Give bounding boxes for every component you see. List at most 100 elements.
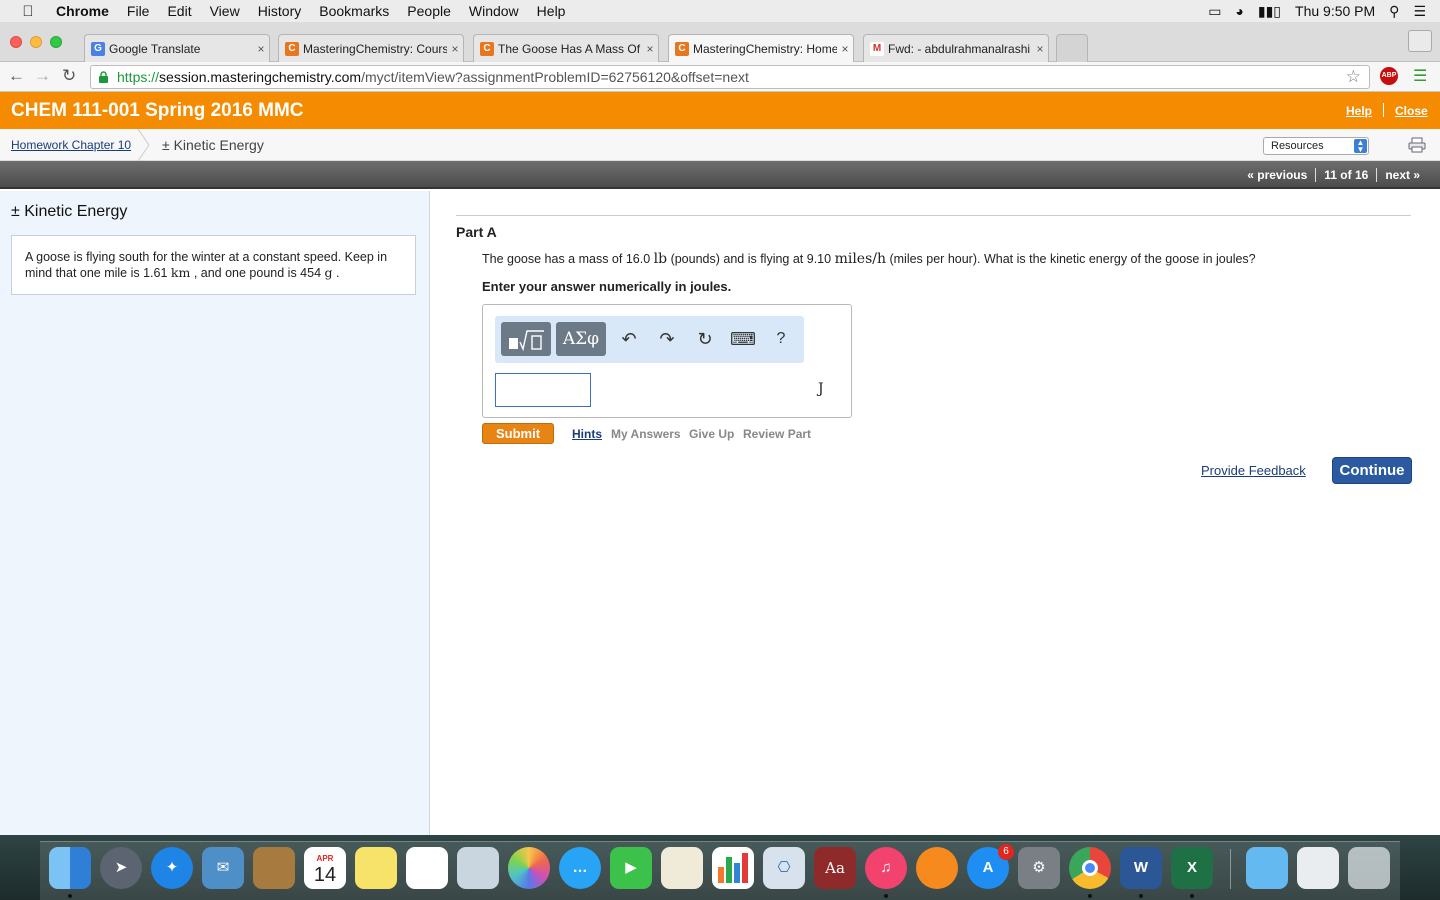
notification-center-icon[interactable]: ☰: [1413, 3, 1426, 20]
reset-icon[interactable]: ↻: [690, 322, 720, 356]
menu-help[interactable]: Help: [537, 3, 566, 19]
zoom-window-icon[interactable]: [50, 36, 62, 48]
answer-input[interactable]: [495, 373, 591, 407]
next-link[interactable]: next »: [1376, 168, 1428, 182]
launchpad-icon[interactable]: ➤: [100, 847, 142, 889]
ibooks-icon[interactable]: [916, 847, 958, 889]
apple-menu-icon[interactable]: : [18, 3, 38, 20]
tab-gmail[interactable]: M Fwd: - abdulrahmanalrashi ×: [863, 34, 1049, 62]
menu-bookmarks[interactable]: Bookmarks: [319, 3, 389, 19]
url-path: /myct/itemView?assignmentProblemID=62756…: [361, 69, 749, 85]
tab-google-translate[interactable]: G Google Translate ×: [84, 34, 270, 62]
problem-title: ± Kinetic Energy: [11, 203, 128, 220]
system-preferences-icon[interactable]: ⚙: [1018, 847, 1060, 889]
menu-edit[interactable]: Edit: [167, 3, 191, 19]
menu-chrome[interactable]: Chrome: [56, 3, 109, 19]
menu-people[interactable]: People: [407, 3, 451, 19]
chegg-icon: C: [480, 41, 494, 56]
address-bar[interactable]: https://session.masteringchemistry.com/m…: [90, 65, 1370, 89]
tab-masteringchemistry-course[interactable]: C MasteringChemistry: Cours ×: [278, 34, 464, 62]
forward-icon[interactable]: →: [34, 66, 51, 86]
battery-icon[interactable]: ▮▮▯: [1258, 3, 1281, 20]
dictionary-icon[interactable]: Aa: [814, 847, 856, 889]
menu-window[interactable]: Window: [469, 3, 519, 19]
reminders-icon[interactable]: [406, 847, 448, 889]
close-window-icon[interactable]: [10, 36, 22, 48]
menu-view[interactable]: View: [210, 3, 240, 19]
excel-icon[interactable]: X: [1171, 847, 1213, 889]
menu-history[interactable]: History: [258, 3, 302, 19]
resources-label: Resources: [1271, 140, 1324, 152]
messages-icon[interactable]: …: [559, 847, 601, 889]
my-answers-link[interactable]: My Answers: [611, 427, 681, 441]
photos-icon[interactable]: [508, 847, 550, 889]
breadcrumb-homework-link[interactable]: Homework Chapter 10: [11, 138, 131, 152]
adblock-icon[interactable]: ABP: [1380, 67, 1398, 85]
breadcrumb: Homework Chapter 10 ± Kinetic Energy Res…: [0, 129, 1440, 161]
resources-dropdown[interactable]: Resources ▲ ▼: [1263, 137, 1369, 155]
tab-close-icon[interactable]: ×: [253, 42, 269, 56]
menu-file[interactable]: File: [127, 3, 150, 19]
back-icon[interactable]: ←: [8, 66, 25, 86]
previous-link[interactable]: « previous: [1239, 168, 1315, 182]
safari-icon[interactable]: ✦: [151, 847, 193, 889]
calendar-icon[interactable]: APR 14: [304, 847, 346, 889]
print-icon[interactable]: [1408, 137, 1426, 153]
web-page: CHEM 111-001 Spring 2016 MMC Help Close …: [0, 92, 1440, 835]
help-icon[interactable]: ?: [766, 322, 796, 356]
review-part-link[interactable]: Review Part: [743, 427, 811, 441]
submit-button[interactable]: Submit: [482, 423, 554, 444]
chrome-icon[interactable]: [1069, 847, 1111, 889]
facetime-icon[interactable]: ▶: [610, 847, 652, 889]
finder-icon[interactable]: [49, 847, 91, 889]
keyboard-icon[interactable]: ⌨: [728, 322, 758, 356]
airplay-icon[interactable]: ▭: [1208, 3, 1221, 20]
unit-lb: lb: [653, 251, 668, 267]
tab-masteringchemistry-home[interactable]: C MasteringChemistry: Home ×: [668, 34, 854, 62]
itunes-icon[interactable]: ♫: [865, 847, 907, 889]
tab-close-icon[interactable]: ×: [1032, 42, 1048, 56]
contacts-icon[interactable]: [253, 847, 295, 889]
tab-goose-question[interactable]: C The Goose Has A Mass Of ×: [473, 34, 659, 62]
preview-icon[interactable]: [457, 847, 499, 889]
new-tab-button[interactable]: [1056, 34, 1088, 62]
give-up-link[interactable]: Give Up: [689, 427, 734, 441]
greek-symbols-button[interactable]: ΑΣφ: [556, 322, 606, 356]
pages-icon[interactable]: [661, 847, 703, 889]
running-indicator: [1190, 894, 1194, 898]
bookmark-star-icon[interactable]: ☆: [1346, 66, 1361, 88]
profile-button[interactable]: [1408, 30, 1432, 52]
tab-label: MasteringChemistry: Home: [693, 41, 837, 56]
browser-toolbar: ← → ↻ https://session.masteringchemistry…: [0, 62, 1440, 92]
word-icon[interactable]: W: [1120, 847, 1162, 889]
tab-close-icon[interactable]: ×: [837, 42, 853, 56]
provide-feedback-link[interactable]: Provide Feedback: [1201, 463, 1306, 478]
question-text: The goose has a mass of 16.0 lb (pounds)…: [482, 251, 1256, 267]
continue-button[interactable]: Continue: [1332, 457, 1412, 484]
tab-close-icon[interactable]: ×: [447, 42, 463, 56]
trash-icon[interactable]: [1348, 847, 1390, 889]
downloads-stack-icon[interactable]: [1297, 847, 1339, 889]
spotlight-icon[interactable]: ⚲: [1389, 3, 1399, 20]
problem-intro: A goose is flying south for the winter a…: [11, 235, 416, 295]
question-fragment: The goose has a mass of 16.0: [482, 252, 654, 266]
masteringchemistry-icon: C: [285, 41, 299, 56]
help-link[interactable]: Help: [1346, 104, 1372, 118]
undo-icon[interactable]: ↶: [614, 322, 644, 356]
keynote-icon[interactable]: ⎔: [763, 847, 805, 889]
chrome-menu-icon[interactable]: ☰: [1413, 66, 1427, 86]
clock[interactable]: Thu 9:50 PM: [1295, 3, 1375, 19]
mail-icon[interactable]: ✉: [202, 847, 244, 889]
documents-folder-icon[interactable]: [1246, 847, 1288, 889]
notes-icon[interactable]: [355, 847, 397, 889]
reload-icon[interactable]: ↻: [62, 66, 76, 86]
close-link[interactable]: Close: [1395, 104, 1428, 118]
minimize-window-icon[interactable]: [30, 36, 42, 48]
hints-link[interactable]: Hints: [572, 427, 602, 441]
tab-close-icon[interactable]: ×: [642, 42, 658, 56]
templates-button[interactable]: [501, 322, 551, 356]
numbers-icon[interactable]: [712, 847, 754, 889]
problem-intro-panel: ± Kinetic Energy A goose is flying south…: [0, 191, 430, 835]
redo-icon[interactable]: ↷: [652, 322, 682, 356]
wifi-icon[interactable]: ◕: [1235, 3, 1243, 19]
